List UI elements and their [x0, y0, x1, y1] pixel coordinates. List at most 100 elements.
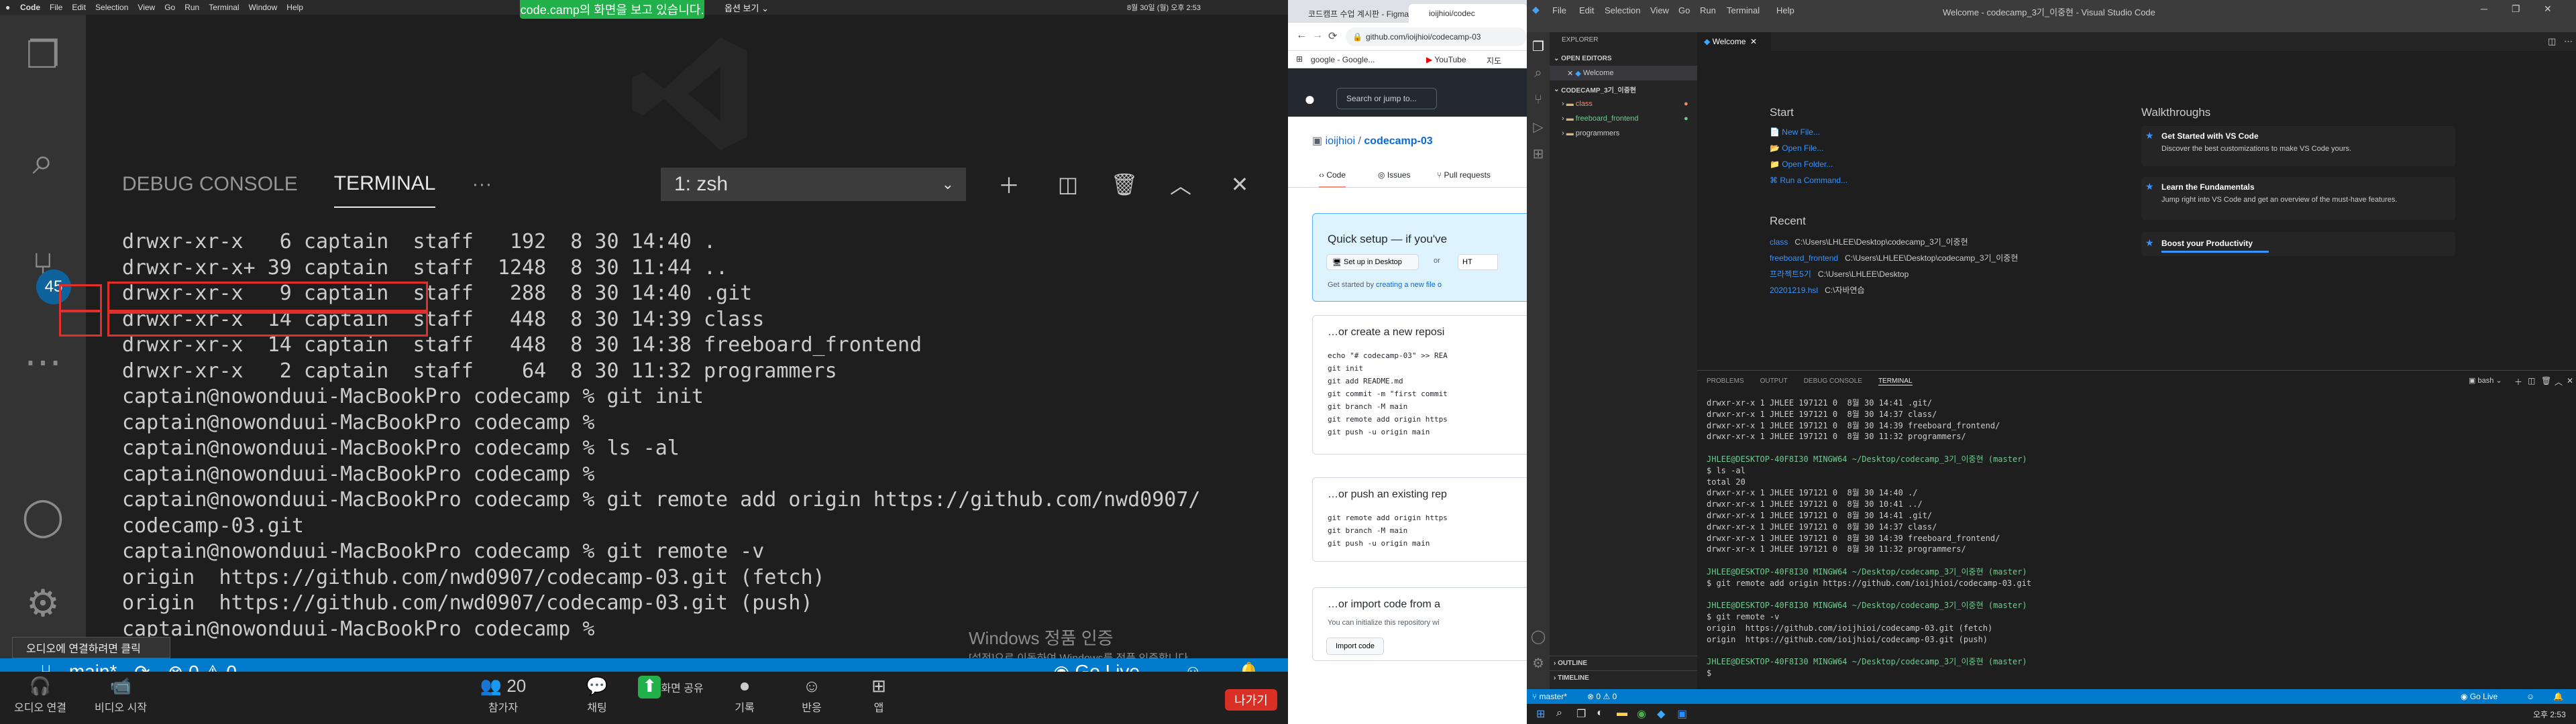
- folder-freeboard[interactable]: › ▬ freeboard_frontend ●: [1550, 111, 1697, 126]
- github-logo-icon[interactable]: ●: [1304, 88, 1316, 110]
- outline-header[interactable]: › OUTLINE: [1550, 656, 1697, 670]
- vs-menu-view[interactable]: View: [1650, 5, 1669, 15]
- leave-meeting-button[interactable]: 나가기: [1225, 689, 1277, 711]
- zoom-control-button[interactable]: ⊞ 앱: [845, 676, 912, 715]
- vs-menu-selection[interactable]: Selection: [1605, 5, 1640, 15]
- zoom-control-button[interactable]: ⬆ 화면 공유: [637, 676, 704, 699]
- https-toggle[interactable]: HT: [1458, 254, 1498, 270]
- mac-menu-terminal[interactable]: Terminal: [209, 3, 239, 12]
- close-icon[interactable]: ✕: [1226, 171, 1253, 198]
- recent-item[interactable]: 프라젝트5기 C:\Users\LHLEE\Desktop: [1770, 268, 1909, 280]
- new-file-link[interactable]: 📄 New File...: [1770, 127, 1820, 137]
- zoom-control-button[interactable]: ☺ 반응: [778, 676, 845, 715]
- split-terminal-icon[interactable]: ◫: [1055, 171, 1081, 198]
- open-folder-link[interactable]: 📁 Open Folder...: [1770, 160, 1833, 169]
- edge-icon[interactable]: ◐: [1597, 707, 1603, 719]
- open-file-link[interactable]: 📂 Open File...: [1770, 143, 1823, 153]
- close-icon[interactable]: ✕: [1750, 37, 1757, 46]
- chevron-up-icon[interactable]: ︿: [2555, 376, 2563, 387]
- walkthrough-fundamentals[interactable]: ★ Learn the Fundamentals Jump right into…: [2141, 177, 2455, 220]
- vs-tab-debug-console[interactable]: DEBUG CONSOLE: [1804, 377, 1862, 385]
- run-debug-icon[interactable]: ▷: [1531, 119, 1546, 135]
- folder-class[interactable]: › ▬ class ●: [1550, 97, 1697, 111]
- gear-icon[interactable]: ⚙: [1531, 656, 1546, 671]
- vs-tab-problems[interactable]: PROBLEMS: [1707, 377, 1744, 385]
- mac-menu-help[interactable]: Help: [286, 3, 303, 12]
- vs-terminal-output[interactable]: drwxr-xr-x 1 JHLEE 197121 0 8월 30 14:41 …: [1707, 398, 2565, 679]
- account-icon[interactable]: ◯: [17, 491, 68, 542]
- gear-icon[interactable]: ⚙: [17, 578, 68, 629]
- vs-menu-go[interactable]: Go: [1678, 5, 1690, 15]
- terminal-select[interactable]: 1: zsh ⌄: [661, 168, 966, 201]
- apps-icon[interactable]: ⊞: [1296, 54, 1303, 64]
- bookmark-google[interactable]: google - Google...: [1311, 55, 1375, 64]
- editor-tab-welcome[interactable]: ◆ Welcome ✕: [1697, 32, 1771, 51]
- repo-tab-code[interactable]: ‹› Code: [1319, 170, 1346, 188]
- open-editor-welcome[interactable]: ✕ ◆ Welcome: [1550, 66, 1697, 80]
- import-code-button[interactable]: Import code: [1326, 638, 1384, 655]
- close-icon[interactable]: ✕: [2567, 376, 2573, 385]
- task-view-icon[interactable]: ❐: [1576, 707, 1586, 721]
- search-icon[interactable]: ⌕: [17, 135, 68, 186]
- search-icon[interactable]: ⌕: [1531, 66, 1546, 80]
- windows-start-icon[interactable]: ⊞: [1536, 707, 1545, 721]
- window-close-icon[interactable]: ✕: [2544, 3, 2552, 15]
- recent-item[interactable]: freeboard_frontend C:\Users\LHLEE\Deskto…: [1770, 252, 2018, 263]
- workspace-header[interactable]: ⌄ CODECAMP_3기_이중현: [1550, 82, 1697, 97]
- add-terminal-icon[interactable]: ＋: [2514, 376, 2522, 387]
- add-terminal-icon[interactable]: ＋: [996, 171, 1022, 198]
- explorer-icon[interactable]: ❐: [17, 29, 68, 80]
- more-actions-icon[interactable]: ⋯: [2564, 36, 2573, 47]
- repo-tab-pull-requests[interactable]: ⑂ Pull requests: [1437, 170, 1491, 180]
- vs-status-branch[interactable]: ⑂ master*: [1532, 692, 1567, 701]
- source-control-icon[interactable]: ⑂: [1531, 93, 1546, 107]
- chevron-up-icon[interactable]: ︿: [1167, 171, 1194, 198]
- split-editor-icon[interactable]: ◫: [2548, 36, 2556, 47]
- mac-menu-run[interactable]: Run: [184, 3, 199, 12]
- repo-owner-link[interactable]: ioijhioi: [1326, 135, 1355, 147]
- browser-tab-github[interactable]: ioijhioi/codec: [1409, 4, 1527, 23]
- vs-terminal-select[interactable]: ▣ bash ⌄: [2469, 376, 2502, 385]
- recent-item[interactable]: 20201219.hsl C:\자바연습: [1770, 284, 1865, 296]
- zoom-task-icon[interactable]: ▣: [1677, 707, 1687, 721]
- bookmark-youtube[interactable]: ▶ YouTube: [1426, 55, 1466, 64]
- minimize-icon[interactable]: ─: [2481, 3, 2487, 14]
- zoom-control-button[interactable]: 💬 채팅: [564, 676, 631, 715]
- close-icon[interactable]: ✕: [1567, 69, 1573, 78]
- taskbar-search-icon[interactable]: ⌕: [1556, 707, 1562, 719]
- trash-icon[interactable]: 🗑: [1111, 171, 1138, 198]
- walkthrough-productivity[interactable]: ★ Boost your Productivity: [2141, 232, 2455, 256]
- address-bar[interactable]: 🔒 github.com/ioijhioi/codecamp-03: [1346, 27, 1527, 46]
- vscode-task-icon[interactable]: ◆: [1657, 707, 1665, 721]
- mac-menu-window[interactable]: Window: [249, 3, 278, 12]
- reload-icon[interactable]: ⟳: [1328, 29, 1337, 43]
- open-editors-header[interactable]: ⌄ OPEN EDITORS: [1550, 51, 1697, 66]
- zoom-control-button[interactable]: 🎧 오디오 연결: [7, 676, 74, 715]
- vs-status-problems[interactable]: ⊗ 0 ⚠ 0: [1587, 692, 1617, 701]
- trash-icon[interactable]: 🗑: [2541, 376, 2551, 385]
- mac-menu-file[interactable]: File: [50, 3, 62, 12]
- panel-more-button[interactable]: ···: [472, 161, 492, 208]
- more-icon[interactable]: ⋯: [17, 337, 68, 387]
- create-repo-commands[interactable]: echo "# codecamp-03" >> REA git init git a…: [1328, 349, 1448, 438]
- split-terminal-icon[interactable]: ◫: [2528, 376, 2535, 385]
- browser-tab-figma[interactable]: 코드캠프 수업 계시판 - Figma: [1288, 4, 1409, 23]
- mac-menu-code[interactable]: Code: [20, 3, 40, 12]
- explorer-icon[interactable]: ❐: [1531, 39, 1546, 54]
- tab-terminal[interactable]: TERMINAL: [333, 161, 436, 208]
- github-search-input[interactable]: Search or jump to...: [1336, 88, 1437, 109]
- vs-menu-run[interactable]: Run: [1700, 5, 1716, 15]
- extensions-icon[interactable]: ⊞: [1531, 146, 1546, 162]
- folder-programmers[interactable]: › ▬ programmers: [1550, 126, 1697, 141]
- repo-tab-issues[interactable]: ◎ Issues: [1378, 170, 1411, 180]
- repo-name-link[interactable]: codecamp-03: [1364, 135, 1432, 147]
- vs-tab-terminal[interactable]: TERMINAL: [1878, 377, 1913, 385]
- file-explorer-icon[interactable]: ▬: [1617, 707, 1627, 719]
- push-repo-commands[interactable]: git remote add origin https git branch -M…: [1328, 511, 1448, 550]
- maximize-icon[interactable]: ❐: [2512, 3, 2520, 15]
- timeline-header[interactable]: › TIMELINE: [1550, 670, 1697, 685]
- chrome-icon[interactable]: ◉: [1637, 707, 1646, 721]
- mac-menu-edit[interactable]: Edit: [72, 3, 86, 12]
- account-icon[interactable]: ◯: [1531, 629, 1546, 644]
- mac-menu-view[interactable]: View: [138, 3, 155, 12]
